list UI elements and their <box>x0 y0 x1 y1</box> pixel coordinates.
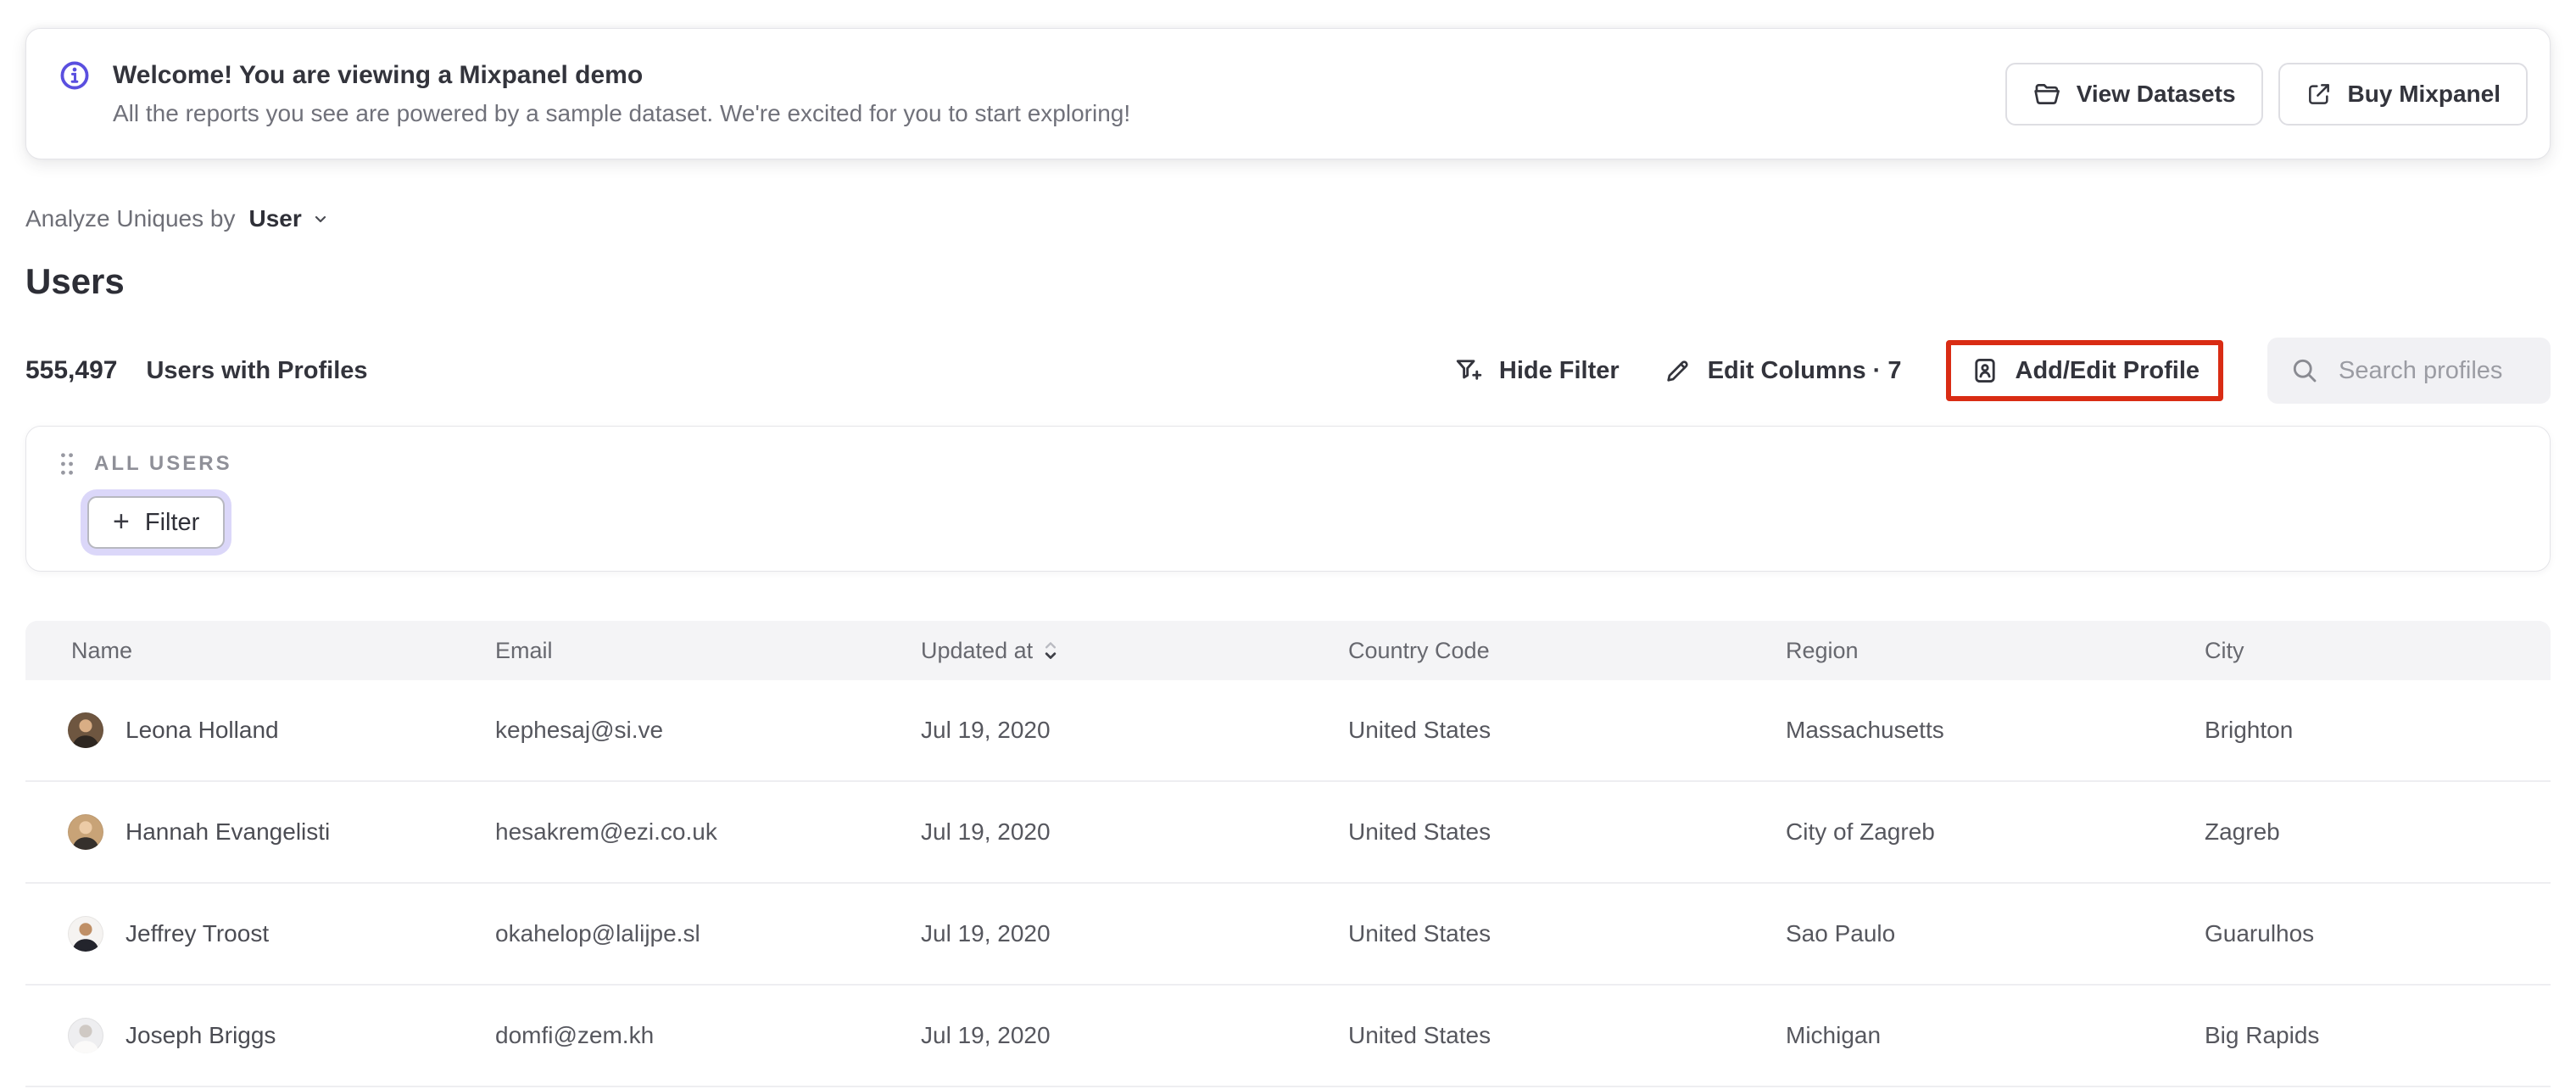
folder-icon <box>2032 80 2061 109</box>
edit-columns-button[interactable]: Edit Columns · 7 <box>1664 356 1902 385</box>
add-filter-button[interactable]: + Filter <box>87 496 226 549</box>
user-name: Joseph Briggs <box>125 1022 276 1048</box>
column-header-label: Email <box>495 637 553 663</box>
view-datasets-label: View Datasets <box>2076 80 2236 107</box>
user-name: Leona Holland <box>125 717 279 743</box>
table-header: Name Email Updated at Country Code Regio… <box>25 621 2551 680</box>
cell-name: Hannah Evangelisti <box>25 782 449 882</box>
info-icon <box>59 59 91 92</box>
avatar <box>68 712 103 748</box>
annotation-highlight-box: Add/Edit Profile <box>1945 340 2223 401</box>
users-table: Name Email Updated at Country Code Regio… <box>25 621 2551 1089</box>
table-body: Leona Holland kephesaj@si.ve Jul 19, 202… <box>25 680 2551 1087</box>
cell-city: Big Rapids <box>2205 1022 2320 1048</box>
search-icon <box>2289 355 2320 386</box>
cell-region: City of Zagreb <box>1786 818 1935 845</box>
cell-name: Jeffrey Troost <box>25 884 449 984</box>
pencil-icon <box>1664 356 1692 385</box>
filter-card: ALL USERS + Filter <box>25 426 2551 572</box>
filter-group-label: ALL USERS <box>94 452 232 475</box>
user-name: Jeffrey Troost <box>125 920 270 947</box>
column-header-name[interactable]: Name <box>25 621 449 680</box>
avatar <box>68 916 103 952</box>
cell-country-code: United States <box>1348 818 1492 845</box>
cell-name: Leona Holland <box>25 680 449 780</box>
column-header-label: City <box>2205 637 2244 663</box>
banner-subtitle: All the reports you see are powered by a… <box>113 99 1131 126</box>
buy-mixpanel-label: Buy Mixpanel <box>2347 80 2501 107</box>
cell-city: Zagreb <box>2205 818 2280 845</box>
filter-plus-icon <box>1453 355 1484 386</box>
column-header-label: Country Code <box>1348 637 1490 663</box>
cell-email: okahelop@lalijpe.sl <box>495 920 700 947</box>
table-row[interactable]: Hannah Evangelisti hesakrem@ezi.co.uk Ju… <box>25 782 2551 884</box>
edit-columns-label: Edit Columns · 7 <box>1707 356 1902 384</box>
column-header-country-code[interactable]: Country Code <box>1302 621 1740 680</box>
cell-email: kephesaj@si.ve <box>495 717 664 743</box>
cell-updated-at: Jul 19, 2020 <box>921 717 1051 743</box>
cell-region: Sao Paulo <box>1786 920 1896 947</box>
drag-handle-icon[interactable] <box>57 450 77 477</box>
cell-country-code: United States <box>1348 717 1492 743</box>
welcome-banner: Welcome! You are viewing a Mixpanel demo… <box>25 28 2551 159</box>
search-profiles <box>2267 338 2551 404</box>
cell-city: Brighton <box>2205 717 2294 743</box>
cell-updated-at: Jul 19, 2020 <box>921 1022 1051 1048</box>
view-datasets-button[interactable]: View Datasets <box>2004 62 2263 126</box>
cell-name: Joseph Briggs <box>25 986 449 1086</box>
search-profiles-input[interactable] <box>2337 355 2534 386</box>
cell-country-code: United States <box>1348 1022 1492 1048</box>
profiles-count-label: Users with Profiles <box>146 357 368 384</box>
profiles-count: 555,497 Users with Profiles <box>25 356 368 385</box>
stats-toolbar-row: 555,497 Users with Profiles Hide Filter <box>25 332 2551 409</box>
cell-updated-at: Jul 19, 2020 <box>921 818 1051 845</box>
column-header-label: Updated at <box>921 637 1034 663</box>
hide-filter-label: Hide Filter <box>1498 356 1620 384</box>
cell-region: Massachusetts <box>1786 717 1944 743</box>
cell-region: Michigan <box>1786 1022 1882 1048</box>
profiles-count-value: 555,497 <box>25 356 118 384</box>
column-header-updated-at[interactable]: Updated at <box>875 621 1302 680</box>
cell-country-code: United States <box>1348 920 1492 947</box>
banner-actions: View Datasets Buy Mixpanel <box>2004 62 2528 126</box>
column-header-label: Name <box>71 637 133 663</box>
banner-text: Welcome! You are viewing a Mixpanel demo… <box>113 61 2005 127</box>
column-header-label: Region <box>1786 637 1859 663</box>
hide-filter-button[interactable]: Hide Filter <box>1453 355 1620 386</box>
plus-icon: + <box>113 505 130 538</box>
analyze-by-dropdown[interactable]: User <box>248 205 330 232</box>
add-edit-profile-label: Add/Edit Profile <box>2015 356 2200 384</box>
add-edit-profile-button[interactable]: Add/Edit Profile <box>1970 355 2200 386</box>
add-filter-label: Filter <box>144 508 200 536</box>
page-title: Users <box>25 261 125 301</box>
filter-group-header: ALL USERS <box>57 450 2550 477</box>
cell-updated-at: Jul 19, 2020 <box>921 920 1051 947</box>
analyze-by-value: User <box>248 205 302 232</box>
column-header-city[interactable]: City <box>2159 621 2551 680</box>
column-header-email[interactable]: Email <box>449 621 875 680</box>
sort-icon <box>1043 638 1058 663</box>
cell-email: domfi@zem.kh <box>495 1022 655 1048</box>
analyze-label: Analyze Uniques by <box>25 205 236 232</box>
buy-mixpanel-button[interactable]: Buy Mixpanel <box>2278 62 2528 126</box>
external-link-icon <box>2306 81 2333 108</box>
toolbar: Hide Filter Edit Columns · 7 Add/Edit Pr… <box>1453 338 2551 404</box>
cell-email: hesakrem@ezi.co.uk <box>495 818 717 845</box>
column-header-region[interactable]: Region <box>1740 621 2159 680</box>
profile-badge-icon <box>1970 355 2000 386</box>
avatar <box>68 1018 103 1053</box>
analyze-row: Analyze Uniques by User <box>25 204 2551 234</box>
table-row[interactable]: Jeffrey Troost okahelop@lalijpe.sl Jul 1… <box>25 884 2551 986</box>
users-page: Welcome! You are viewing a Mixpanel demo… <box>0 28 2576 1089</box>
table-row[interactable]: Leona Holland kephesaj@si.ve Jul 19, 202… <box>25 680 2551 782</box>
banner-title: Welcome! You are viewing a Mixpanel demo <box>113 60 644 89</box>
avatar <box>68 814 103 850</box>
chevron-down-icon <box>310 209 331 229</box>
table-row[interactable]: Joseph Briggs domfi@zem.kh Jul 19, 2020 … <box>25 986 2551 1087</box>
cell-city: Guarulhos <box>2205 920 2315 947</box>
user-name: Hannah Evangelisti <box>125 818 331 845</box>
